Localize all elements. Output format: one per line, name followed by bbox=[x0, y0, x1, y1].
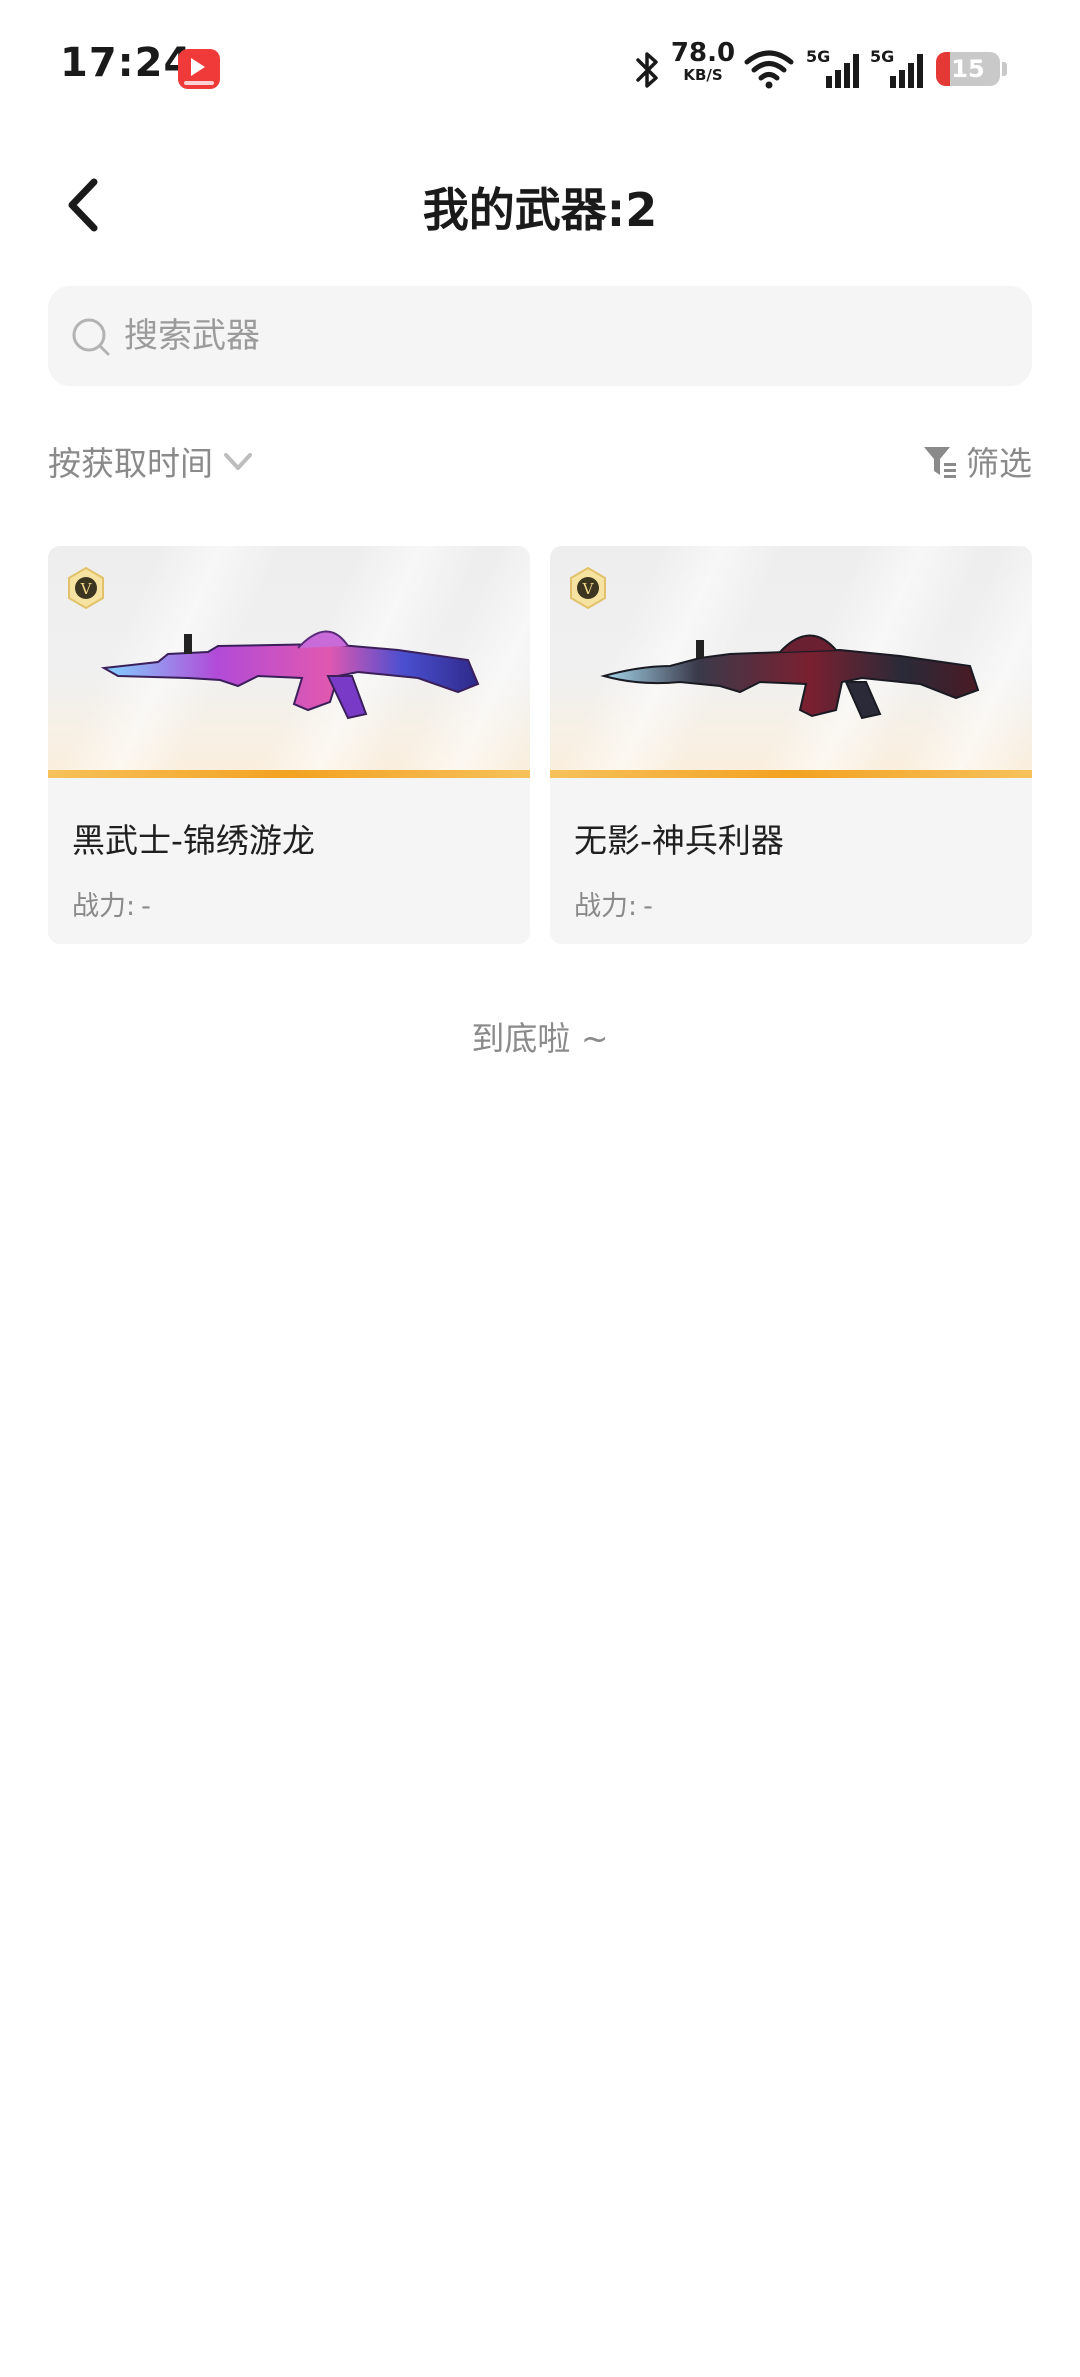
battery-tip bbox=[1002, 62, 1007, 76]
v-badge-text: V bbox=[582, 580, 595, 598]
v-badge-icon: V bbox=[570, 566, 606, 610]
v-badge-text: V bbox=[80, 580, 93, 598]
signal-icon: 5G bbox=[806, 47, 859, 88]
page-title: 我的武器:2 bbox=[422, 183, 658, 237]
v-badge-icon: V bbox=[68, 566, 104, 610]
network-speed: 78.0 KB/S bbox=[668, 40, 738, 83]
filter-icon bbox=[924, 447, 956, 478]
weapon-card[interactable]: V 无影-神兵利器 战力: - bbox=[550, 546, 1032, 944]
rifle-image bbox=[100, 630, 480, 720]
battery-level: 15 bbox=[951, 55, 985, 83]
weapon-name: 无影-神兵利器 bbox=[574, 821, 784, 860]
network-speed-unit: KB/S bbox=[683, 66, 723, 84]
weapon-power-label: 战力: bbox=[72, 891, 136, 922]
sort-dropdown[interactable]: 按获取时间 bbox=[48, 436, 255, 486]
weapon-image: V bbox=[48, 546, 530, 778]
status-bar: 17:24 78.0 KB/S 5G 5G 15 bbox=[0, 0, 1080, 140]
weapon-card[interactable]: V 黑武士-锦绣游龙 战力: - bbox=[48, 546, 530, 944]
weapon-power-value: - bbox=[141, 891, 151, 922]
chevron-down-icon bbox=[224, 453, 252, 470]
search-bar[interactable] bbox=[48, 286, 1032, 386]
status-time: 17:24 bbox=[60, 40, 193, 86]
weapon-power-label: 战力: bbox=[574, 891, 638, 922]
signal-icon-2: 5G bbox=[870, 47, 923, 88]
search-icon bbox=[72, 318, 110, 356]
weapon-image: V bbox=[550, 546, 1032, 778]
search-input[interactable] bbox=[124, 286, 1004, 386]
network-speed-value: 78.0 bbox=[670, 38, 736, 68]
rifle-image bbox=[600, 634, 980, 720]
weapon-power: 战力: - bbox=[574, 884, 653, 923]
signal-2-label: 5G bbox=[870, 47, 894, 66]
wifi-icon bbox=[744, 50, 794, 89]
sort-label: 按获取时间 bbox=[48, 444, 213, 483]
bluetooth-icon bbox=[636, 52, 658, 88]
weapon-power-value: - bbox=[643, 891, 653, 922]
battery-icon: 15 bbox=[936, 52, 1000, 86]
list-end-text: 到底啦 ~ bbox=[471, 1019, 609, 1058]
filter-button[interactable]: 筛选 bbox=[922, 436, 1032, 486]
weapon-power: 战力: - bbox=[72, 884, 151, 923]
app-badge-icon bbox=[178, 49, 220, 89]
weapon-name: 黑武士-锦绣游龙 bbox=[72, 821, 315, 860]
filter-label: 筛选 bbox=[966, 444, 1032, 483]
signal-1-label: 5G bbox=[806, 47, 830, 66]
